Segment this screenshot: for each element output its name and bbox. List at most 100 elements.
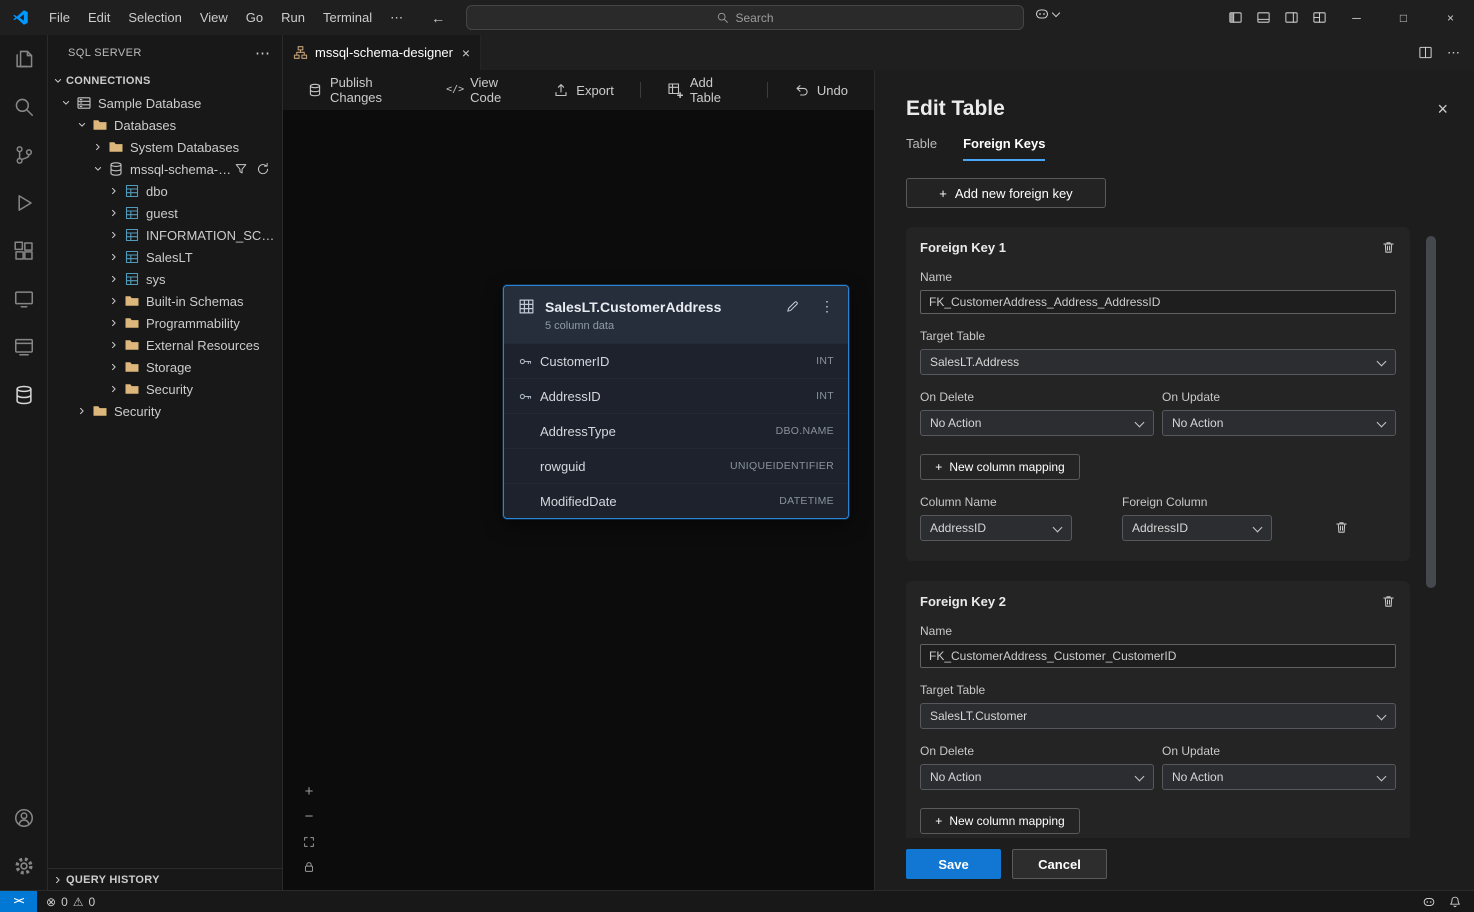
menu-item[interactable]: Terminal: [314, 7, 381, 29]
tree-item[interactable]: Sample Database: [48, 92, 282, 114]
customize-layout-button[interactable]: [1305, 6, 1333, 30]
save-button[interactable]: Save: [906, 849, 1001, 879]
menu-item[interactable]: Go: [237, 7, 272, 29]
cancel-button[interactable]: Cancel: [1012, 849, 1107, 879]
tree-item[interactable]: Programmability: [48, 312, 282, 334]
explorer-icon[interactable]: [0, 35, 48, 83]
table-node-header[interactable]: SalesLT.CustomerAddress ⋮ 5 column data: [504, 286, 848, 343]
on-delete-select[interactable]: No Action: [920, 410, 1154, 436]
foreign-column-select[interactable]: AddressID: [1122, 515, 1272, 541]
toolbar-button[interactable]: </> Publish Changes: [307, 75, 421, 105]
menu-item[interactable]: File: [40, 7, 79, 29]
menu-item[interactable]: Selection: [119, 7, 190, 29]
run-debug-icon[interactable]: [0, 179, 48, 227]
back-button[interactable]: ←: [428, 10, 448, 26]
zoom-in-button[interactable]: +: [301, 785, 317, 799]
new-column-mapping-button[interactable]: +New column mapping: [920, 808, 1080, 834]
fit-view-button[interactable]: [301, 835, 317, 849]
edit-table-tab[interactable]: Foreign Keys: [963, 136, 1045, 161]
on-update-select[interactable]: No Action: [1162, 764, 1396, 790]
table-column-row[interactable]: rowguid UNIQUEIDENTIFIER: [504, 448, 848, 483]
tree-item[interactable]: Storage: [48, 356, 282, 378]
new-column-mapping-button[interactable]: +New column mapping: [920, 454, 1080, 480]
menu-item[interactable]: Run: [272, 7, 314, 29]
remote-indicator[interactable]: ><: [0, 891, 37, 912]
delete-foreign-key-icon[interactable]: [1381, 594, 1396, 609]
menu-overflow-icon[interactable]: ⋯: [381, 10, 412, 26]
on-delete-select[interactable]: No Action: [920, 764, 1154, 790]
menu-item[interactable]: Edit: [79, 7, 119, 29]
delete-mapping-icon[interactable]: [1334, 520, 1349, 535]
toolbar-button[interactable]: </> Add Table: [667, 75, 741, 105]
table-column-row[interactable]: AddressType DBO.NAME: [504, 413, 848, 448]
fk-name-input[interactable]: [920, 644, 1396, 668]
table-column-row[interactable]: AddressID INT: [504, 378, 848, 413]
tree-item[interactable]: sys: [48, 268, 282, 290]
zoom-out-button[interactable]: −: [301, 810, 317, 824]
delete-foreign-key-icon[interactable]: [1381, 240, 1396, 255]
connections-section-header[interactable]: CONNECTIONS: [48, 70, 282, 92]
tree-item[interactable]: External Resources: [48, 334, 282, 356]
column-name-select[interactable]: AddressID: [920, 515, 1072, 541]
table-node-customeraddress[interactable]: SalesLT.CustomerAddress ⋮ 5 column data: [503, 285, 849, 519]
foreign-keys-scroll-area: Foreign Key 1 Name Target Table SalesLT.…: [906, 216, 1419, 838]
tree-item[interactable]: dbo: [48, 180, 282, 202]
menu-item[interactable]: View: [191, 7, 237, 29]
copilot-button[interactable]: [1034, 6, 1059, 22]
lock-canvas-button[interactable]: [301, 860, 317, 874]
schema-canvas[interactable]: SalesLT.CustomerAddress ⋮ 5 column data: [283, 110, 874, 890]
on-update-select[interactable]: No Action: [1162, 410, 1396, 436]
notifications-bell-icon[interactable]: [1448, 895, 1462, 909]
command-center-search[interactable]: Search: [466, 5, 1024, 30]
tab-mssql-schema-designer[interactable]: mssql-schema-designer ×: [283, 35, 481, 70]
refresh-icon[interactable]: [256, 162, 270, 176]
account-icon[interactable]: [0, 794, 48, 842]
column-name-label: Column Name: [920, 495, 1072, 509]
problems-status[interactable]: ⊗ 0 ⚠ 0: [37, 895, 104, 909]
tree-item[interactable]: SalesLT: [48, 246, 282, 268]
tab-close-icon[interactable]: ×: [462, 45, 470, 61]
fk-name-input[interactable]: [920, 290, 1396, 314]
query-history-section-header[interactable]: QUERY HISTORY: [48, 868, 282, 890]
target-table-select[interactable]: SalesLT.Customer: [920, 703, 1396, 729]
edit-table-tab[interactable]: Table: [906, 136, 937, 161]
table-column-row[interactable]: ModifiedDate DATETIME: [504, 483, 848, 518]
tree-item[interactable]: mssql-schema-de...: [48, 158, 282, 180]
filter-icon[interactable]: [234, 162, 248, 176]
remote-explorer-icon[interactable]: [0, 275, 48, 323]
tree-item[interactable]: Built-in Schemas: [48, 290, 282, 312]
sql-connections-icon[interactable]: [0, 323, 48, 371]
extensions-icon[interactable]: [0, 227, 48, 275]
tree-item[interactable]: System Databases: [48, 136, 282, 158]
table-node-menu-icon[interactable]: ⋮: [820, 298, 834, 315]
toolbar-button[interactable]: </> View Code: [447, 75, 527, 105]
toolbar-button[interactable]: </> Export: [553, 82, 614, 98]
sql-database-icon[interactable]: [0, 371, 48, 419]
toolbar-button[interactable]: </> Undo: [794, 82, 848, 98]
search-icon[interactable]: [0, 83, 48, 131]
tree-item[interactable]: Databases: [48, 114, 282, 136]
add-new-foreign-key-button[interactable]: + Add new foreign key: [906, 178, 1106, 208]
copilot-status-icon[interactable]: [1422, 895, 1436, 909]
toggle-secondary-sidebar-button[interactable]: [1277, 6, 1305, 30]
close-window-button[interactable]: ×: [1427, 0, 1474, 35]
toggle-panel-button[interactable]: [1249, 6, 1277, 30]
minimize-button[interactable]: ─: [1333, 0, 1380, 35]
editor-actions-more-icon[interactable]: ⋯: [1447, 45, 1460, 61]
edit-table-pencil-icon[interactable]: [785, 299, 800, 314]
tree-item[interactable]: Security: [48, 378, 282, 400]
panel-scrollbar-thumb[interactable]: [1426, 236, 1436, 588]
error-icon: ⊗: [46, 895, 56, 909]
split-editor-icon[interactable]: [1418, 45, 1433, 60]
panel-close-icon[interactable]: ×: [1437, 100, 1448, 118]
maximize-button[interactable]: □: [1380, 0, 1427, 35]
tree-item[interactable]: guest: [48, 202, 282, 224]
settings-gear-icon[interactable]: [0, 842, 48, 890]
target-table-select[interactable]: SalesLT.Address: [920, 349, 1396, 375]
toggle-primary-sidebar-button[interactable]: [1221, 6, 1249, 30]
tree-item[interactable]: Security: [48, 400, 282, 422]
source-control-icon[interactable]: [0, 131, 48, 179]
sidebar-more-icon[interactable]: ⋯: [255, 44, 270, 62]
tree-item[interactable]: INFORMATION_SCHEMA: [48, 224, 282, 246]
table-column-row[interactable]: CustomerID INT: [504, 343, 848, 378]
